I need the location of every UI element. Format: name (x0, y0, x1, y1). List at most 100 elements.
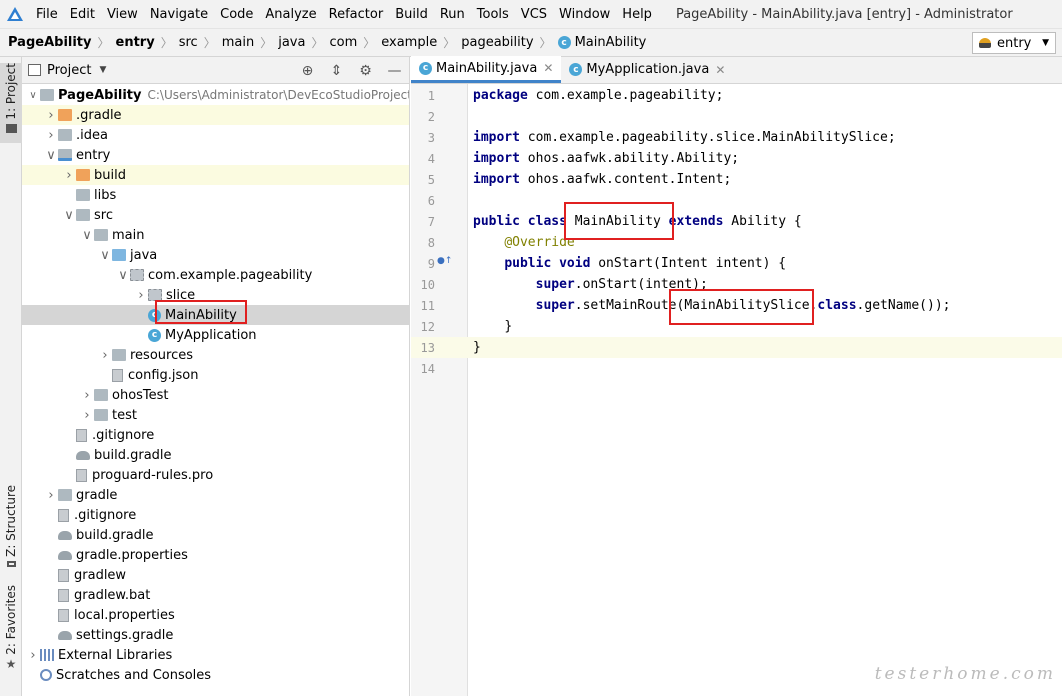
tree-root-label: PageAbility (58, 87, 142, 103)
menu-refactor[interactable]: Refactor (323, 0, 390, 29)
code-token: onStart(Intent intent) { (590, 256, 787, 271)
class-icon: c (148, 328, 161, 342)
tree-item-label: libs (94, 187, 117, 203)
tree-item[interactable]: Scratches and Consoles (22, 665, 409, 685)
project-panel-title[interactable]: Project (47, 63, 91, 78)
tree-item[interactable]: libs (22, 185, 409, 205)
menu-edit[interactable]: Edit (64, 0, 101, 29)
tree-item[interactable]: › .idea (22, 125, 409, 145)
menu-tools[interactable]: Tools (471, 0, 515, 29)
close-icon[interactable]: ✕ (715, 63, 725, 77)
tree-item-label: .gitignore (92, 427, 155, 443)
breadcrumb-java[interactable]: java (276, 35, 307, 50)
chevron-right-icon[interactable]: › (80, 388, 94, 403)
code-token: import (473, 151, 520, 166)
run-config-select[interactable]: entry ▼ (972, 32, 1056, 54)
tab-favorites[interactable]: 2: Favorites ★ (0, 585, 22, 671)
tree-item-label: main (112, 227, 145, 243)
tab-structure[interactable]: Z: Structure (0, 485, 22, 567)
highlight-box (155, 300, 247, 324)
chevron-right-icon[interactable]: › (44, 488, 58, 503)
file-icon (58, 608, 69, 622)
chevron-down-icon[interactable]: ∨ (62, 208, 76, 223)
tree-item[interactable]: › resources (22, 345, 409, 365)
code-line: 6 (411, 190, 1062, 211)
tab-structure-label: Z: Structure (4, 485, 18, 557)
menu-vcs[interactable]: VCS (515, 0, 553, 29)
menu-view[interactable]: View (101, 0, 144, 29)
chevron-down-icon[interactable]: ∨ (116, 268, 130, 283)
breadcrumb-src[interactable]: src (177, 35, 200, 50)
menu-code[interactable]: Code (214, 0, 259, 29)
file-icon (58, 568, 69, 582)
locate-icon[interactable]: ⊕ (293, 63, 322, 79)
chevron-down-icon[interactable]: ▼ (99, 65, 106, 75)
chevron-right-icon[interactable]: › (44, 108, 58, 123)
tree-item[interactable]: ∨ com.example.pageability (22, 265, 409, 285)
menu-navigate[interactable]: Navigate (144, 0, 214, 29)
tree-item-label: gradle (76, 487, 118, 503)
breadcrumb-module[interactable]: entry (114, 35, 157, 50)
editor-tabs: c MainAbility.java ✕ c MyApplication.jav… (411, 56, 1062, 84)
minimize-icon[interactable]: — (380, 63, 409, 79)
chevron-right-icon[interactable]: › (98, 348, 112, 363)
tree-item[interactable]: config.json (22, 365, 409, 385)
tree-item[interactable]: .gitignore (22, 425, 409, 445)
gear-icon[interactable]: ⚙ (351, 63, 380, 79)
menu-file[interactable]: File (30, 0, 64, 29)
breadcrumb-com[interactable]: com (327, 35, 359, 50)
chevron-down-icon[interactable]: ∨ (44, 148, 58, 163)
collapse-all-icon[interactable]: ⇕ (322, 63, 351, 79)
code-token: ohos.aafwk.content.Intent; (519, 172, 732, 187)
tree-item[interactable]: local.properties (22, 605, 409, 625)
tree-item[interactable]: › ohosTest (22, 385, 409, 405)
chevron-down-icon[interactable]: ∨ (98, 248, 112, 263)
breadcrumb-pageability[interactable]: pageability (459, 35, 535, 50)
tab-project[interactable]: 1: Project (0, 63, 22, 143)
tree-root-row[interactable]: ∨ PageAbility C:\Users\Administrator\DevEc… (22, 85, 409, 105)
menu-analyze[interactable]: Analyze (259, 0, 322, 29)
breadcrumb-example[interactable]: example (379, 35, 439, 50)
menu-run[interactable]: Run (434, 0, 471, 29)
tree-item[interactable]: › build (22, 165, 409, 185)
tree-item[interactable]: gradlew.bat (22, 585, 409, 605)
chevron-right-icon[interactable]: › (80, 408, 94, 423)
chevron-down-icon[interactable]: ∨ (80, 228, 94, 243)
chevron-right-icon[interactable]: › (134, 288, 148, 303)
tree-item[interactable]: ∨ entry (22, 145, 409, 165)
chevron-right-icon[interactable]: › (26, 648, 40, 663)
tree-item[interactable]: .gitignore (22, 505, 409, 525)
code-token: import (473, 130, 520, 145)
tab-myapplication-java[interactable]: c MyApplication.java ✕ (561, 56, 733, 83)
code-token: class (817, 298, 857, 313)
breadcrumb-mainability[interactable]: c MainAbility (556, 35, 649, 50)
tree-item[interactable]: proguard-rules.pro (22, 465, 409, 485)
breadcrumb-project[interactable]: PageAbility (6, 35, 94, 50)
tree-item[interactable]: ∨ src (22, 205, 409, 225)
tree-item[interactable]: build.gradle (22, 445, 409, 465)
tree-item-label: .idea (76, 127, 108, 143)
menu-help[interactable]: Help (616, 0, 658, 29)
chevron-down-icon: ▼ (1042, 38, 1049, 48)
breadcrumb-mainability-label: MainAbility (574, 35, 647, 50)
menu-window[interactable]: Window (553, 0, 616, 29)
menu-build[interactable]: Build (389, 0, 434, 29)
tree-item[interactable]: › .gradle (22, 105, 409, 125)
tree-item[interactable]: gradle.properties (22, 545, 409, 565)
breadcrumb-main[interactable]: main (220, 35, 256, 50)
tree-item[interactable]: ∨ main (22, 225, 409, 245)
close-icon[interactable]: ✕ (543, 61, 553, 75)
tree-item[interactable]: c MyApplication (22, 325, 409, 345)
tree-item[interactable]: settings.gradle (22, 625, 409, 645)
tree-item[interactable]: gradlew (22, 565, 409, 585)
chevron-right-icon: 〉 (443, 36, 456, 50)
chevron-right-icon[interactable]: › (62, 168, 76, 183)
tree-item[interactable]: › gradle (22, 485, 409, 505)
tree-item[interactable]: ∨ java (22, 245, 409, 265)
tree-item[interactable]: build.gradle (22, 525, 409, 545)
tree-item[interactable]: › test (22, 405, 409, 425)
line-number: 14 (420, 361, 435, 376)
tree-item[interactable]: › External Libraries (22, 645, 409, 665)
tab-mainability-java[interactable]: c MainAbility.java ✕ (411, 56, 562, 83)
chevron-right-icon[interactable]: › (44, 128, 58, 143)
